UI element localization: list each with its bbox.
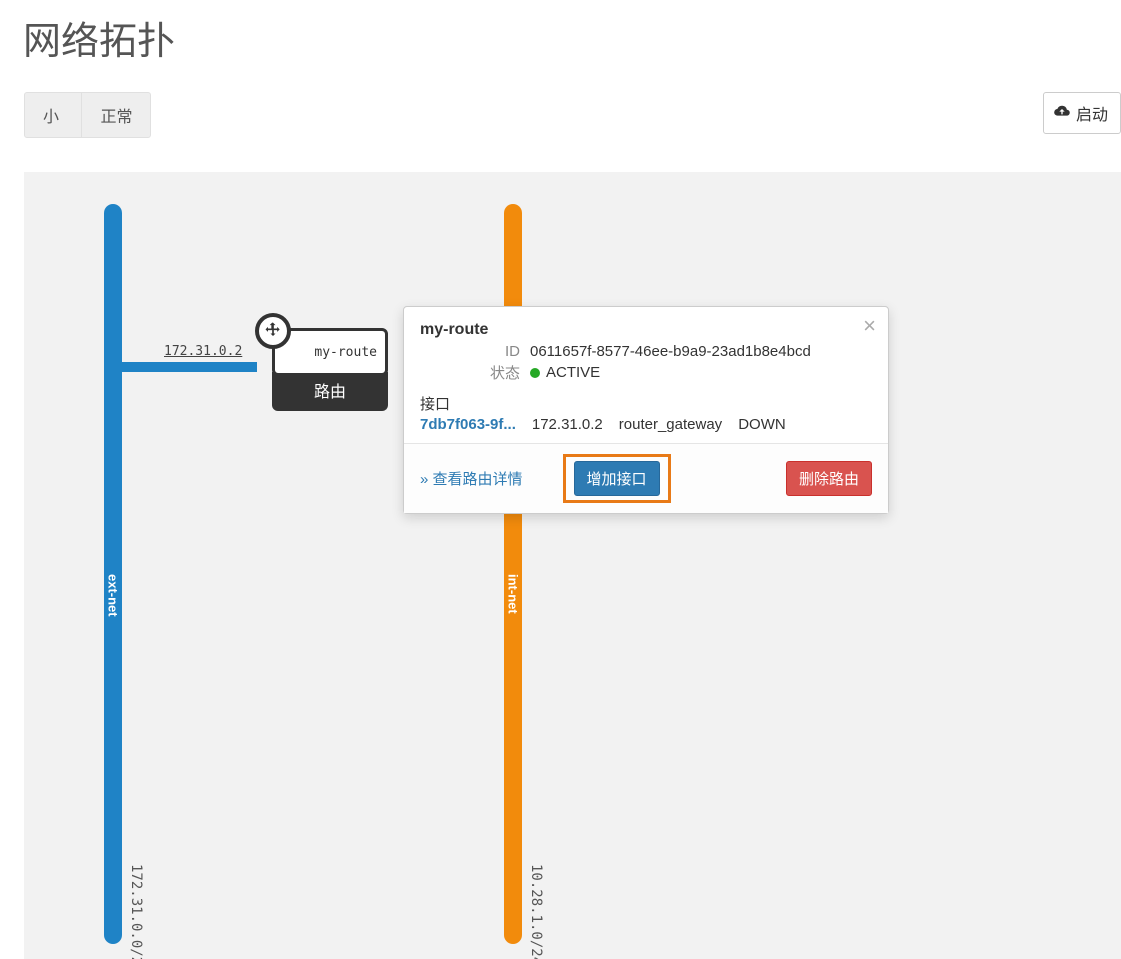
network-bar-ext[interactable]: ext-net 172.31.0.0/20 [104,204,122,944]
router-type-label: 路由 [272,372,388,411]
router-icon [255,313,291,349]
view-normal-button[interactable]: 正常 [81,93,150,137]
interface-row: 7db7f063-9f... 172.31.0.2 router_gateway… [420,416,872,433]
cloud-upload-icon [1054,103,1070,124]
view-size-group: 小 正常 [24,92,151,138]
network-cidr-ext: 172.31.0.0/20 [128,864,144,959]
topology-canvas[interactable]: ext-net 172.31.0.0/20 int-net 10.28.1.0/… [24,172,1121,959]
launch-instance-button[interactable]: 启动 [1043,92,1121,134]
network-name-int: int-net [506,574,521,614]
delete-router-button[interactable]: 删除路由 [786,461,872,496]
network-cidr-int: 10.28.1.0/24 [528,864,544,959]
view-router-detail-link[interactable]: » 查看路由详情 [420,468,523,489]
view-small-button[interactable]: 小 [25,93,77,137]
highlight-frame: 增加接口 [563,454,671,503]
router-detail-popup: × my-route ID 0611657f-8577-46ee-b9a9-23… [403,306,889,514]
network-name-ext: ext-net [106,574,121,617]
router-node[interactable]: my-route 路由 [272,328,388,411]
interface-ip: 172.31.0.2 [532,416,603,433]
router-name: my-route [314,345,377,360]
status-value: ACTIVE [546,364,600,381]
popup-title: my-route [420,321,872,339]
launch-instance-label: 启动 [1076,101,1108,125]
interface-id-link[interactable]: 7db7f063-9f... [420,416,516,433]
id-label: ID [420,343,530,360]
status-label: 状态 [420,362,530,383]
close-icon[interactable]: × [863,315,876,337]
page-title: 网络拓扑 [23,10,175,65]
interfaces-section-label: 接口 [420,393,872,414]
router-link-ip-label: 172.31.0.2 [164,344,242,359]
interface-state: DOWN [738,416,786,433]
id-value: 0611657f-8577-46ee-b9a9-23ad1b8e4bcd [530,343,811,360]
interface-type: router_gateway [619,416,722,433]
status-dot-icon [530,368,540,378]
router-link-ext [122,362,257,372]
add-interface-button[interactable]: 增加接口 [574,461,660,496]
